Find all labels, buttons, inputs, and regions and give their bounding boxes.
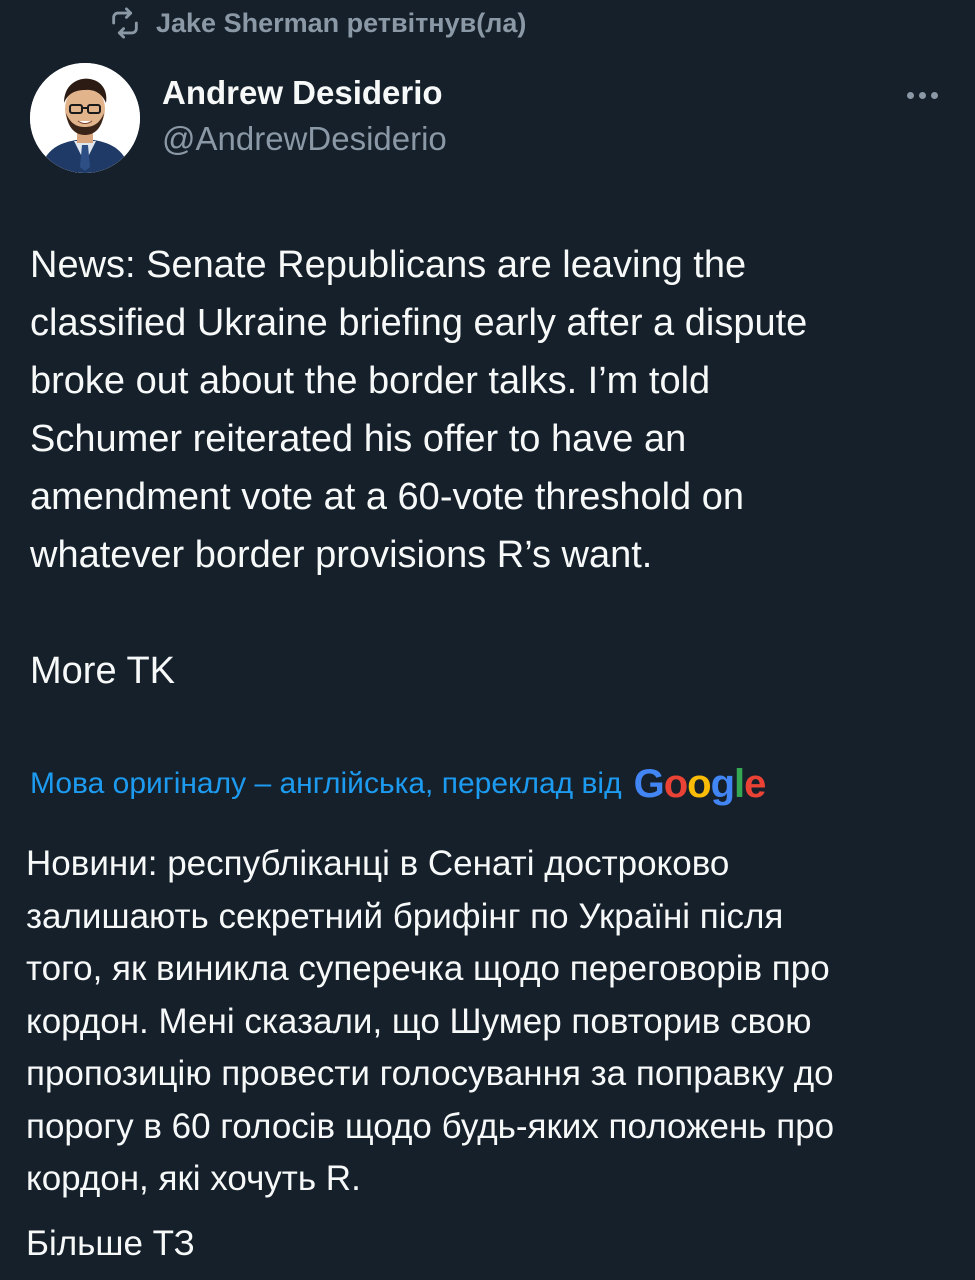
author-name[interactable]: Andrew Desiderio	[162, 74, 443, 112]
more-dot	[930, 91, 938, 99]
retweet-icon	[108, 6, 142, 40]
author-handle[interactable]: @AndrewDesiderio	[162, 120, 447, 158]
tweet-more-text: More TK	[30, 650, 176, 692]
avatar[interactable]	[30, 63, 140, 173]
profile-photo-icon	[30, 63, 140, 173]
translated-more-text: Більше ТЗ	[26, 1224, 195, 1263]
retweet-context[interactable]: Jake Sherman ретвітнув(ла)	[108, 4, 526, 42]
more-dot	[918, 91, 926, 99]
tweet-text: News: Senate Republicans are leaving the…	[30, 244, 808, 576]
retweet-label: Jake Sherman ретвітнув(ла)	[156, 7, 527, 38]
translated-text: Новини: республіканці в Сенаті достроков…	[26, 844, 835, 1198]
translation-note-text: Мова оригіналу – англійська, переклад ві…	[30, 767, 622, 800]
more-dot	[906, 91, 914, 99]
translation-note[interactable]: Мова оригіналу – англійська, переклад ві…	[30, 758, 767, 810]
more-options-icon[interactable]	[898, 78, 946, 112]
google-logo: Google	[633, 761, 767, 806]
